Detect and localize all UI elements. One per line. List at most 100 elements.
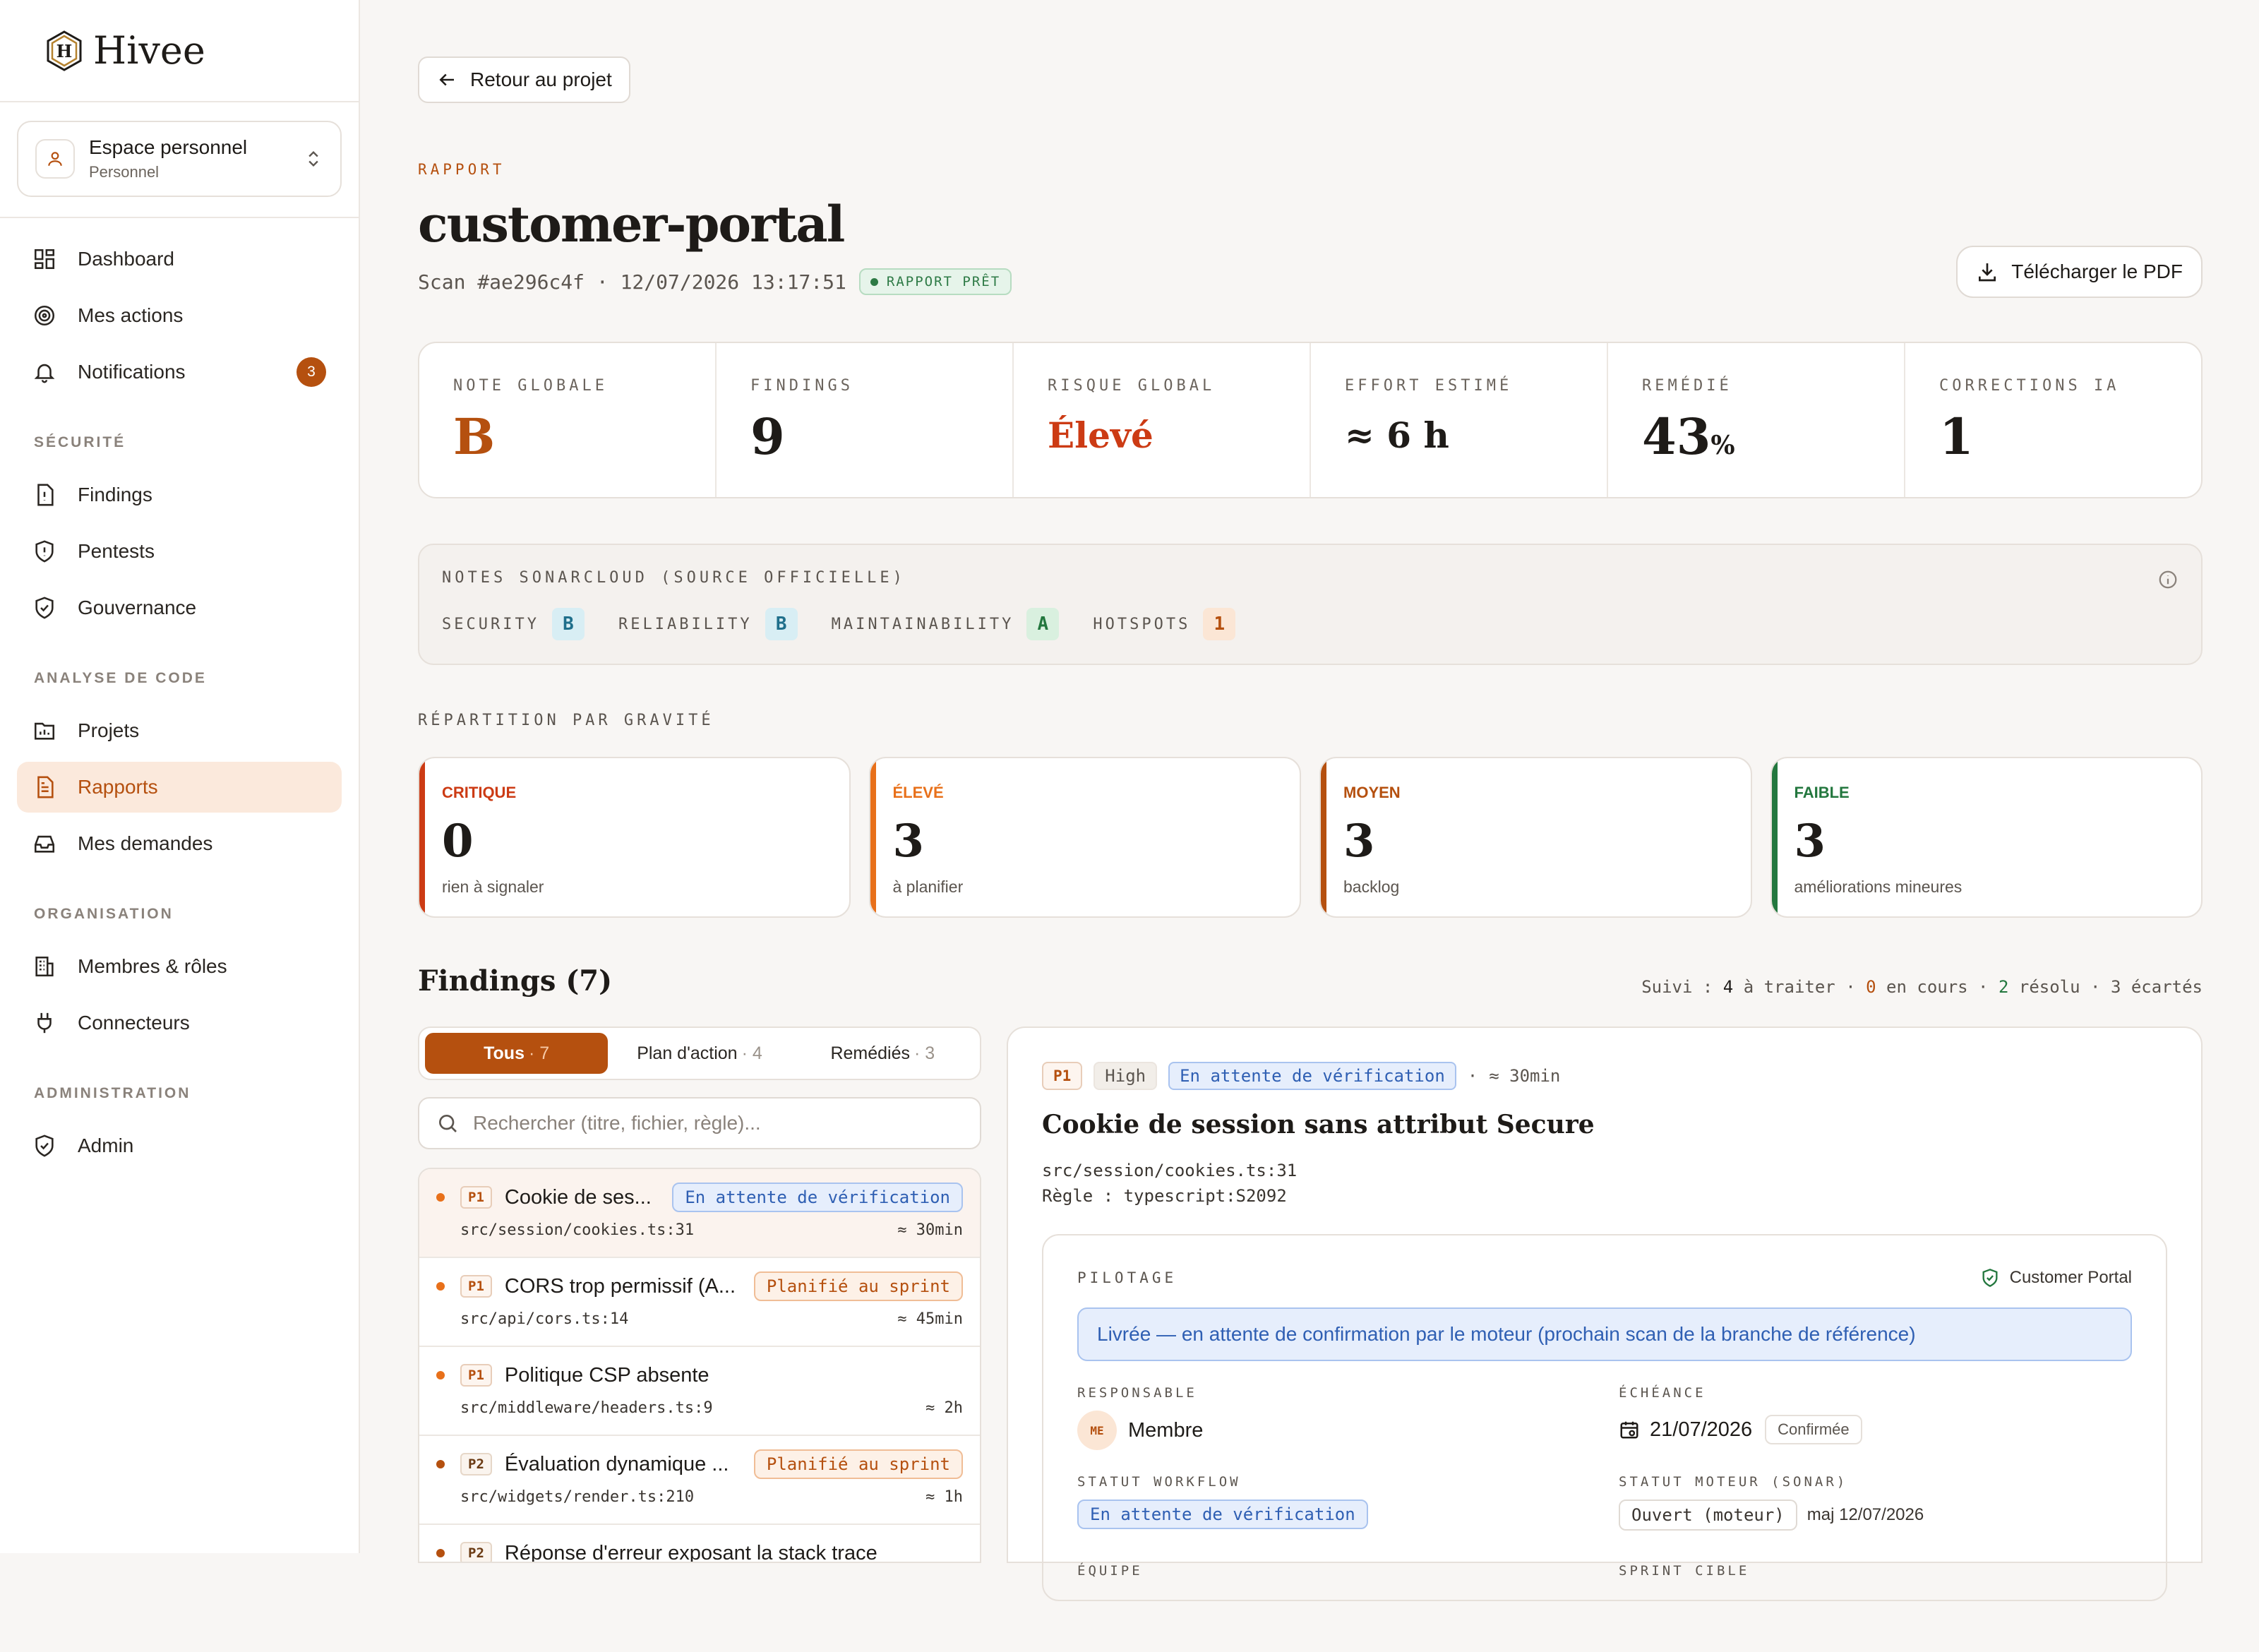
user-icon [35, 139, 75, 179]
scan-meta: Scan #ae296c4f · 12/07/2026 13:17:51 RAP… [418, 268, 1012, 295]
notifications-count-badge: 3 [296, 357, 326, 387]
stat-risque-global: RISQUE GLOBAL Élevé [1014, 343, 1311, 497]
severity-count: 3 [1343, 815, 1375, 868]
echeance-field[interactable]: ÉCHÉANCE 21/07/2026 Confirmée [1619, 1385, 2132, 1474]
tab-remedies[interactable]: Remédiés · 3 [791, 1033, 974, 1074]
echeance-date: 21/07/2026 [1650, 1418, 1753, 1441]
workspace-switcher[interactable]: Espace personnel Personnel [17, 121, 342, 197]
pilotage-card: PILOTAGE Customer Portal Livrée — en att… [1042, 1234, 2167, 1601]
arrow-left-icon [439, 73, 454, 86]
workflow-field[interactable]: STATUT WORKFLOW En attente de vérificati… [1077, 1474, 1590, 1563]
nav-pentests[interactable]: Pentests [17, 526, 342, 577]
finding-title: CORS trop permissif (A... [504, 1274, 736, 1298]
shield-check-icon [1982, 1269, 1998, 1287]
severity-card-faible[interactable]: FAIBLE 3 améliorations mineures [1770, 757, 2203, 918]
nav-findings[interactable]: Findings [17, 469, 342, 520]
tab-count: · 7 [529, 1043, 550, 1063]
severity-card-eleve[interactable]: ÉLEVÉ 3 à planifier [868, 757, 1301, 918]
findings-title: Findings (7) [418, 964, 613, 998]
ecartes-label: écartés [2131, 977, 2203, 997]
svg-text:H: H [56, 41, 73, 61]
findings-search[interactable]: Rechercher (titre, fichier, règle)... [418, 1097, 981, 1149]
calendar-icon [1620, 1421, 1638, 1439]
stat-value: B [453, 407, 496, 466]
search-input[interactable]: Rechercher (titre, fichier, règle)... [473, 1112, 761, 1135]
building-icon [35, 956, 54, 977]
nav-gouvernance[interactable]: Gouvernance [17, 582, 342, 633]
tab-plan-action[interactable]: Plan d'action · 4 [608, 1033, 791, 1074]
a-traiter-count: 4 [1722, 977, 1734, 997]
severity-card-moyen[interactable]: MOYEN 3 backlog [1319, 757, 1752, 918]
finding-row[interactable]: P2 Réponse d'erreur exposant la stack tr… [419, 1525, 980, 1563]
workflow-status-badge[interactable]: En attente de vérification [1077, 1500, 1368, 1529]
finding-row[interactable]: P2 Évaluation dynamique ... Planifié au … [419, 1436, 980, 1525]
en-cours-label: en cours [1886, 977, 1968, 997]
responsable-name: Membre [1128, 1418, 1204, 1442]
project-tag[interactable]: Customer Portal [1980, 1268, 2132, 1288]
nav-section-analyse: ANALYSE DE CODE [34, 670, 207, 686]
finding-row[interactable]: P1 Politique CSP absente src/middleware/… [419, 1347, 980, 1436]
equipe-field[interactable]: ÉQUIPE [1077, 1563, 1590, 1652]
app-logo[interactable]: H Hivee [0, 0, 359, 102]
page-title: customer-portal [418, 195, 845, 253]
tab-label: Tous [484, 1043, 525, 1063]
nav-membres[interactable]: Membres & rôles [17, 941, 342, 992]
back-to-project-button[interactable]: Retour au projet [418, 56, 630, 103]
nav-rapports[interactable]: Rapports [17, 762, 342, 813]
nav-projets[interactable]: Projets [17, 705, 342, 756]
sprint-field[interactable]: SPRINT CIBLE [1619, 1563, 2132, 1652]
stat-note-globale: NOTE GLOBALE B [419, 343, 717, 497]
finding-row[interactable]: P1 CORS trop permissif (A... Planifié au… [419, 1258, 980, 1347]
nav-admin[interactable]: Admin [17, 1120, 342, 1171]
project-name: Customer Portal [2009, 1268, 2132, 1287]
nav-mes-demandes[interactable]: Mes demandes [17, 818, 342, 869]
finding-effort: ≈ 45min [897, 1310, 963, 1328]
nav-notifications-label: Notifications [78, 361, 186, 383]
sonar-hotspots-count: 1 [1203, 608, 1236, 640]
finding-row[interactable]: P1 Cookie de ses... En attente de vérifi… [419, 1169, 980, 1258]
priority-badge: P2 [460, 1453, 492, 1476]
finding-path: src/session/cookies.ts:31 [460, 1221, 695, 1239]
severity-dot-icon [436, 1193, 445, 1202]
status-dot-icon [870, 277, 878, 286]
detail-title: Cookie de session sans attribut Secure [1042, 1110, 1595, 1139]
dashboard-icon [34, 249, 55, 270]
severity-count: 0 [442, 815, 474, 868]
nav-mes-actions[interactable]: Mes actions [17, 290, 342, 341]
nav-notifications[interactable]: Notifications 3 [17, 347, 342, 397]
nav-section-organisation: ORGANISATION [34, 906, 174, 922]
responsable-field[interactable]: RESPONSABLE ME Membre [1077, 1385, 1590, 1474]
sonarcloud-panel: NOTES SONARCLOUD (SOURCE OFFICIELLE) SEC… [418, 544, 2203, 665]
stat-label: REMÉDIÉ [1642, 377, 1732, 395]
nav-dashboard[interactable]: Dashboard [17, 234, 342, 285]
severity-card-critique[interactable]: CRITIQUE 0 rien à signaler [418, 757, 851, 918]
severity-sub: améliorations mineures [1794, 878, 1963, 896]
finding-status: En attente de vérification [672, 1183, 963, 1212]
finding-status: Planifié au sprint [753, 1449, 963, 1479]
nav-mes-demandes-label: Mes demandes [78, 832, 213, 854]
finding-title: Réponse d'erreur exposant la stack trace [504, 1541, 877, 1563]
tab-tous[interactable]: Tous · 7 [425, 1033, 609, 1074]
pilotage-label: PILOTAGE [1077, 1269, 1178, 1286]
finding-effort: ≈ 1h [925, 1488, 963, 1506]
shield-icon [35, 540, 54, 563]
severity-dot-icon [436, 1460, 445, 1468]
nav-connecteurs[interactable]: Connecteurs [17, 998, 342, 1048]
tab-count: · 4 [741, 1043, 762, 1063]
ecartes-count: 3 [2110, 977, 2121, 997]
stat-value: ≈ 6 h [1345, 414, 1449, 456]
field-label: STATUT MOTEUR (SONAR) [1619, 1474, 1848, 1490]
sonar-reliability-label: RELIABILITY [618, 615, 753, 633]
stat-value: Élevé [1048, 414, 1154, 456]
inbox-icon [34, 835, 55, 853]
page-eyebrow: RAPPORT [418, 161, 505, 178]
avatar: ME [1077, 1411, 1117, 1450]
info-icon[interactable] [2157, 569, 2179, 590]
stat-label: NOTE GLOBALE [453, 377, 608, 395]
severity-name: FAIBLE [1794, 784, 1850, 801]
stat-value: 43% [1642, 407, 1870, 466]
finding-path: src/middleware/headers.ts:9 [460, 1399, 713, 1417]
main-nav: Dashboard Mes actions Notifications 3 SÉ… [0, 218, 359, 1181]
nav-findings-label: Findings [78, 484, 152, 505]
download-pdf-button[interactable]: Télécharger le PDF [1956, 246, 2203, 298]
